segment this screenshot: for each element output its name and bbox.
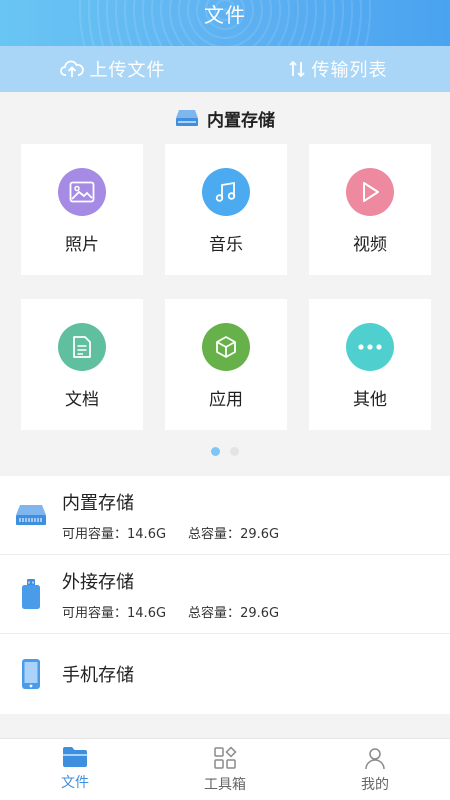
more-dots-icon <box>358 344 382 350</box>
storage-drive-icon <box>16 505 46 525</box>
app-header: 文件 <box>0 0 450 46</box>
app-icon-circle <box>202 323 250 371</box>
transfer-label: 传输列表 <box>311 60 388 81</box>
available-capacity: 可用容量：14.6G <box>62 523 166 542</box>
document-icon-circle <box>58 323 106 371</box>
photo-icon-circle <box>58 168 106 216</box>
toolbox-grid-icon <box>214 746 237 769</box>
category-other[interactable]: 其他 <box>309 299 431 430</box>
nav-label: 文件 <box>61 775 89 791</box>
storage-text: 手机存储 <box>62 661 134 687</box>
total-capacity: 总容量：29.6G <box>188 523 279 542</box>
available-value: 14.6G <box>127 605 167 621</box>
available-value: 14.6G <box>127 526 167 542</box>
nav-tab-files[interactable]: 文件 <box>0 739 150 800</box>
total-label: 总容量： <box>188 526 241 542</box>
storage-list: 内置存储 可用容量：14.6G 总容量：29.6G 外接存储 可用容量：14.6… <box>0 476 450 714</box>
storage-drive-icon <box>176 110 198 126</box>
total-capacity: 总容量：29.6G <box>188 602 279 621</box>
total-value: 29.6G <box>240 526 280 542</box>
storage-icon-wrap <box>0 503 62 527</box>
nav-label: 我的 <box>361 777 389 793</box>
category-label: 应用 <box>209 390 243 410</box>
storage-external[interactable]: 外接存储 可用容量：14.6G 总容量：29.6G <box>0 555 450 634</box>
storage-name: 外接存储 <box>62 571 134 593</box>
usb-drive-icon <box>22 579 40 609</box>
video-icon-circle <box>346 168 394 216</box>
storage-text: 内置存储 可用容量：14.6G 总容量：29.6G <box>62 489 279 542</box>
category-grid: 照片 音乐 视频 文档 应用 其他 <box>21 144 431 430</box>
category-label: 照片 <box>65 235 99 255</box>
upload-button[interactable]: 上传文件 <box>0 56 225 82</box>
section-title-label: 内置存储 <box>207 110 275 131</box>
folder-icon <box>63 747 87 767</box>
page-dot-1[interactable] <box>211 447 220 456</box>
storage-phone[interactable]: 手机存储 <box>0 634 450 714</box>
image-icon <box>69 181 95 203</box>
phone-icon <box>22 659 40 689</box>
category-music[interactable]: 音乐 <box>165 144 287 275</box>
action-bar: 上传文件 传输列表 <box>0 46 450 92</box>
page-title: 文件 <box>204 3 246 27</box>
category-label: 其他 <box>353 390 387 410</box>
category-documents[interactable]: 文档 <box>21 299 143 430</box>
nav-tab-toolbox[interactable]: 工具箱 <box>150 739 300 800</box>
storage-icon-wrap <box>0 658 62 690</box>
storage-internal[interactable]: 内置存储 可用容量：14.6G 总容量：29.6G <box>0 476 450 555</box>
bottom-nav: 文件 工具箱 我的 <box>0 738 450 800</box>
page-dot-2[interactable] <box>230 447 239 456</box>
category-label: 文档 <box>65 390 99 410</box>
category-apps[interactable]: 应用 <box>165 299 287 430</box>
user-icon <box>365 748 385 770</box>
category-label: 视频 <box>353 235 387 255</box>
storage-text: 外接存储 可用容量：14.6G 总容量：29.6G <box>62 568 279 621</box>
other-icon-circle <box>346 323 394 371</box>
available-label: 可用容量： <box>62 605 128 621</box>
section-title: 内置存储 <box>0 104 450 132</box>
cube-icon <box>216 336 236 358</box>
transfer-arrows-icon <box>288 60 305 78</box>
document-icon <box>73 336 91 358</box>
storage-name: 内置存储 <box>62 492 134 514</box>
total-value: 29.6G <box>240 605 280 621</box>
storage-icon-wrap <box>0 578 62 610</box>
music-icon-circle <box>202 168 250 216</box>
storage-capacity: 可用容量：14.6G 总容量：29.6G <box>62 523 279 542</box>
upload-label: 上传文件 <box>89 60 166 81</box>
cloud-upload-icon <box>59 60 84 77</box>
total-label: 总容量： <box>188 605 241 621</box>
storage-name: 手机存储 <box>62 665 134 686</box>
storage-capacity: 可用容量：14.6G 总容量：29.6G <box>62 602 279 621</box>
available-label: 可用容量： <box>62 526 128 542</box>
play-icon <box>363 182 379 202</box>
transfer-list-button[interactable]: 传输列表 <box>225 56 450 82</box>
category-photos[interactable]: 照片 <box>21 144 143 275</box>
nav-tab-profile[interactable]: 我的 <box>300 739 450 800</box>
page-indicator <box>0 447 450 456</box>
category-video[interactable]: 视频 <box>309 144 431 275</box>
nav-label: 工具箱 <box>204 777 246 793</box>
available-capacity: 可用容量：14.6G <box>62 602 166 621</box>
category-label: 音乐 <box>209 235 243 255</box>
music-note-icon <box>215 181 236 202</box>
